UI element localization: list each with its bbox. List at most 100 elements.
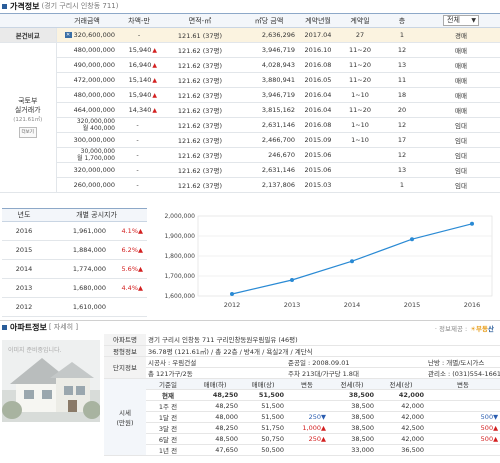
official-year: 2014 — [2, 259, 46, 279]
official-price-row: 2016 1,961,000 4.1%▲ — [2, 221, 147, 241]
row-per-m2: 3,815,162 — [240, 102, 298, 118]
base-amount-cell: ✕ 320,600,000 — [56, 27, 118, 43]
row-per-m2: 2,466,700 — [240, 132, 298, 148]
market-sale-high: 51,500 — [240, 400, 286, 412]
official-price: 1,774,000 — [46, 259, 108, 279]
image-caption: 이미지 준비중입니다. — [8, 346, 62, 354]
market-sale-change: 1,000▲ — [286, 422, 328, 434]
header-year: 년도 — [2, 208, 46, 222]
price-row: 260,000,000 - 121.62 (37평) 2,137,806 2015.03… — [0, 177, 500, 193]
base-area: 121.61 (37평) — [160, 27, 240, 43]
row-amount-value: 320,000,000 — [76, 118, 115, 125]
header-contract-date: 계약년월 — [298, 13, 338, 28]
market-jeonse-high: 36,500 — [376, 444, 426, 456]
market-label-1: 시세 — [119, 408, 131, 417]
row-floor: 18 — [382, 87, 422, 103]
row-diff-value: 14,340 — [128, 106, 152, 114]
market-price-row: 현재 48,250 51,500 38,500 42,000 — [104, 389, 500, 401]
row-amount-value: 464,000,000 — [73, 106, 115, 114]
official-change-pct: 6.2% — [121, 246, 138, 254]
row-diff-value: 15,940 — [128, 91, 152, 99]
header-diff: 차액-만 — [118, 13, 160, 28]
row-amount-monthly: 월 400,000 — [82, 125, 115, 132]
market-header-row: 시세 (만원) 기준일 매매(하) 매매(상) 변동 전세(하) 전세(상) 변동 — [104, 378, 500, 456]
apt-units: 총 121가구/2동 — [146, 367, 286, 379]
row-amount-value: 30,000,000 — [80, 148, 115, 155]
row-amount: 260,000,000 — [56, 177, 118, 193]
row-diff: 16,940▲ — [118, 57, 160, 73]
y-tick-label: 1,800,000 — [164, 253, 195, 260]
mh-sale-low: 매매(하) — [190, 378, 240, 390]
row-floor: 13 — [382, 162, 422, 178]
row-contract-day: 11~20 — [338, 42, 382, 58]
data-provider: · 정보제공 : ☀부동산 — [435, 323, 494, 333]
x-tick-label: 2013 — [284, 301, 301, 309]
market-sale-change: 250▼ — [286, 411, 328, 423]
house-placeholder-image: 이미지 준비중입니다. — [2, 340, 100, 422]
data-point[interactable] — [470, 221, 474, 226]
row-per-m2: 3,880,941 — [240, 72, 298, 88]
row-area: 121.62 (37평) — [160, 147, 240, 163]
row-contract-day — [338, 177, 382, 193]
row-amount-value: 472,000,000 — [73, 76, 115, 84]
apt-detail-link[interactable]: [ 자세히 ] — [49, 322, 78, 332]
official-price-row: 2013 1,680,000 4.4%▲ — [2, 278, 147, 298]
market-jeonse-change — [426, 400, 500, 412]
data-point[interactable] — [230, 292, 234, 296]
row-type: 매매 — [422, 102, 500, 118]
market-sale-low: 48,250 — [190, 422, 240, 434]
header-floor: 층 — [382, 13, 422, 28]
price-table: 거래금액 차액-만 면적-㎡ ㎡당 금액 계약년월 계약일 층 전체 ▼ 본건비교… — [0, 13, 500, 193]
price-row: 464,000,000 14,340▲ 121.62 (37평) 3,815,162 2… — [0, 102, 500, 118]
up-arrow-icon: ▲ — [152, 92, 157, 99]
row-per-m2: 3,946,719 — [240, 87, 298, 103]
market-jeonse-low: 38,500 — [328, 400, 376, 412]
row-diff-value: - — [136, 166, 139, 174]
provider-logo[interactable]: ☀부동산 — [470, 323, 494, 333]
row-contract-date: 2015.03 — [298, 177, 338, 193]
more-button[interactable]: 더보기 — [18, 127, 37, 138]
y-tick-label: 1,700,000 — [164, 273, 195, 280]
mh-jeonse-change: 변동 — [426, 378, 500, 390]
row-floor: 13 — [382, 57, 422, 73]
apt-name-label: 아파트명 — [104, 334, 146, 346]
close-icon[interactable]: ✕ — [64, 32, 72, 38]
row-type: 매매 — [422, 57, 500, 73]
row-contract-date: 2016.08 — [298, 57, 338, 73]
data-point[interactable] — [410, 237, 414, 242]
row-area: 121.62 (37평) — [160, 42, 240, 58]
data-point[interactable] — [350, 259, 354, 264]
y-tick-label: 2,000,000 — [164, 213, 195, 220]
market-sale-low: 48,250 — [190, 389, 240, 401]
up-arrow-icon: ▲ — [138, 227, 143, 235]
base-contract-date: 2017.04 — [298, 27, 338, 43]
row-diff: 15,940▲ — [118, 87, 160, 103]
market-price-label: 시세 (만원) — [104, 378, 146, 456]
market-sale-low: 48,500 — [190, 433, 240, 445]
price-row: 490,000,000 16,940▲ 121.62 (37평) 4,028,943 2… — [0, 57, 500, 73]
market-jeonse-low: 33,000 — [328, 444, 376, 456]
row-area: 121.62 (37평) — [160, 72, 240, 88]
header-blank — [0, 13, 56, 28]
group-label-1: 국토부 — [18, 97, 38, 105]
row-amount: 480,000,000 — [56, 42, 118, 58]
price-section-header: 가격정보 (경기 구리시 인창동 711) — [2, 0, 118, 12]
data-point[interactable] — [290, 278, 294, 282]
type-filter-select[interactable]: 전체 ▼ — [443, 15, 479, 26]
y-tick-label: 1,600,000 — [164, 293, 195, 300]
row-amount-value: 480,000,000 — [73, 91, 115, 99]
row-diff-value: - — [136, 136, 139, 144]
row-contract-day: 1~10 — [338, 132, 382, 148]
market-sale-change — [286, 444, 328, 456]
row-area: 121.62 (37평) — [160, 87, 240, 103]
apt-builder: 시공사 : 우림건설 — [146, 356, 286, 368]
row-amount-monthly: 월 1,700,000 — [77, 155, 115, 162]
row-amount: 30,000,000 월 1,700,000 — [56, 147, 118, 163]
market-sale-low: 48,250 — [190, 400, 240, 412]
market-base-date: 1주 전 — [146, 400, 190, 412]
row-diff-value: - — [136, 181, 139, 189]
base-diff: - — [118, 27, 160, 43]
row-type: 매매 — [422, 72, 500, 88]
apt-heating: 난방 : 개별/도시가스 — [426, 356, 500, 368]
provider-logo-text-a: 부동 — [476, 325, 489, 333]
